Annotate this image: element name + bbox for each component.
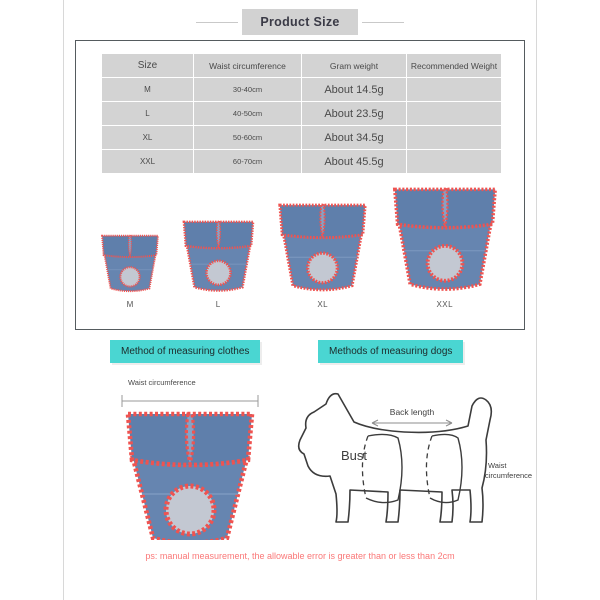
- cell-waist: 40-50cm: [193, 101, 302, 126]
- product-label: M: [126, 300, 134, 309]
- measurement-disclaimer: ps: manual measurement, the allowable er…: [145, 551, 455, 561]
- title-rule-left: [196, 21, 239, 23]
- cell-size: L: [101, 101, 194, 126]
- dog-diaper-icon-m: [101, 234, 160, 293]
- cell-gram: About 23.5g: [301, 101, 407, 126]
- column-header-size: Size: [101, 53, 194, 78]
- page-title: Product Size: [242, 9, 358, 35]
- product-label: XL: [317, 300, 329, 309]
- column-header-recommended: Recommended Weight: [406, 53, 502, 78]
- cell-recommended: [406, 101, 502, 126]
- column-header-gram: Gram weight: [301, 53, 407, 78]
- cell-gram: About 45.5g: [301, 149, 407, 174]
- product-size-panel: Size Waist circumference Gram weight Rec…: [75, 40, 525, 330]
- cell-waist: 50-60cm: [193, 125, 302, 150]
- table-row: M 30-40cm About 14.5g: [101, 77, 502, 102]
- page-title-row: Product Size: [0, 8, 600, 36]
- product-item-xxl: XXL: [389, 181, 501, 309]
- product-label: L: [215, 300, 221, 309]
- bust-label: Bust: [341, 448, 367, 463]
- table-row: XXL 60-70cm About 45.5g: [101, 149, 502, 174]
- table-row: L 40-50cm About 23.5g: [101, 101, 502, 126]
- dog-diaper-icon-l: [182, 220, 255, 292]
- dog-diaper-icon-xl: [278, 203, 368, 292]
- measuring-method-chip-row: Method of measuring clothes Methods of m…: [0, 340, 600, 366]
- cell-waist: 30-40cm: [193, 77, 302, 102]
- clothes-measurement-diagram: Waist circumference: [100, 378, 290, 540]
- dog-waist-label-line2: circumference: [485, 471, 532, 480]
- product-label: XXL: [436, 300, 454, 309]
- dog-waist-label-line1: Waist: [488, 461, 507, 470]
- column-header-waist: Waist circumference: [193, 53, 302, 78]
- chip-methods-measuring-dogs: Methods of measuring dogs: [318, 340, 464, 363]
- cell-size: M: [101, 77, 194, 102]
- table-row: XL 50-60cm About 34.5g: [101, 125, 502, 150]
- product-item-l: L: [180, 216, 257, 309]
- dog-diagram-graphic: Back length Bust Waist circumference: [297, 392, 532, 523]
- cell-recommended: [406, 125, 502, 150]
- cell-gram: About 14.5g: [301, 77, 407, 102]
- cell-recommended: [406, 149, 502, 174]
- waist-circumference-label: Waist circumference: [128, 378, 196, 387]
- cell-gram: About 34.5g: [301, 125, 407, 150]
- back-length-label: Back length: [390, 407, 435, 417]
- cell-waist: 60-70cm: [193, 149, 302, 174]
- dog-measurement-diagram: Back length Bust Waist circumference: [292, 382, 532, 532]
- table-header-row: Size Waist circumference Gram weight Rec…: [101, 53, 502, 78]
- product-image-row: M L XL XXL: [76, 179, 524, 309]
- cell-size: XXL: [101, 149, 194, 174]
- product-item-xl: XL: [275, 198, 370, 309]
- dog-diaper-icon-xxl: [392, 187, 497, 291]
- cell-recommended: [406, 77, 502, 102]
- clothes-diagram-graphic: [121, 395, 259, 540]
- chip-method-measuring-clothes: Method of measuring clothes: [110, 340, 261, 363]
- cell-size: XL: [101, 125, 194, 150]
- measurement-diagram-row: Waist circumference Back length Bust Wai…: [0, 378, 600, 540]
- size-table: Size Waist circumference Gram weight Rec…: [101, 53, 502, 174]
- title-rule-right: [361, 21, 404, 23]
- product-item-m: M: [99, 231, 161, 309]
